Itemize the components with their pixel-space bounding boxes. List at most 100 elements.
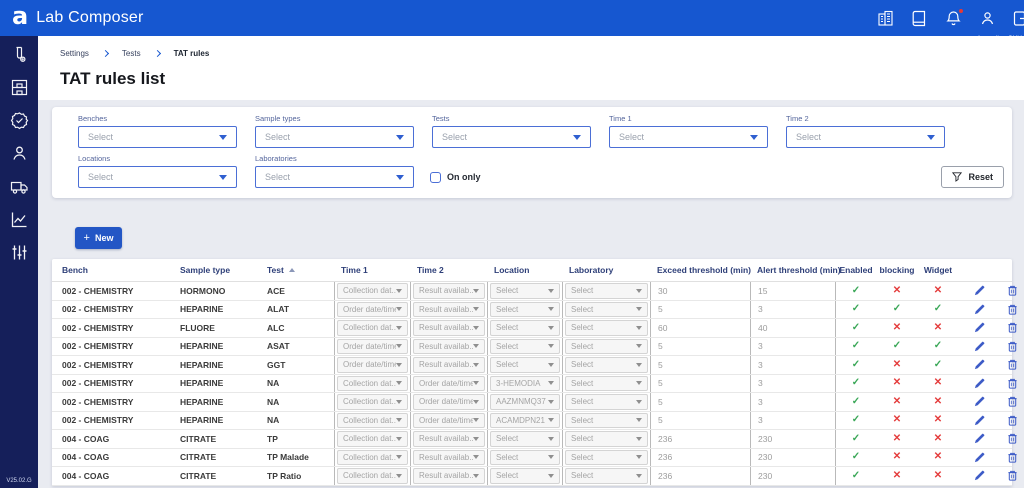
laboratory-select: Select <box>565 375 648 391</box>
delete-trash-icon[interactable] <box>1007 322 1018 333</box>
alert-threshold-cell: 3 <box>750 356 836 374</box>
laboratory-select: Select <box>565 394 648 410</box>
chevron-down-icon <box>636 288 642 293</box>
filter-field: Tests Select <box>432 114 591 148</box>
catalog-icon[interactable] <box>911 10 928 27</box>
location-value: Select <box>496 323 519 333</box>
table-row: 002 - CHEMISTRY HEPARINE ALAT Order date… <box>52 300 1017 319</box>
test-cell: NA <box>267 378 280 389</box>
time1-select: Order date/time <box>337 338 408 354</box>
location-value: Select <box>496 360 519 370</box>
filter-select[interactable]: Select <box>786 126 945 148</box>
breadcrumb-settings[interactable]: Settings <box>60 49 89 58</box>
delete-trash-icon[interactable] <box>1007 396 1018 407</box>
delete-trash-icon[interactable] <box>1007 359 1018 370</box>
filter-label: Tests <box>432 114 450 123</box>
edit-pencil-icon[interactable] <box>974 304 985 315</box>
edit-pencil-icon[interactable] <box>974 285 985 296</box>
edit-pencil-icon[interactable] <box>974 322 985 333</box>
filter-label: Laboratories <box>255 154 297 163</box>
filter-select[interactable]: Select <box>432 126 591 148</box>
user-icon[interactable] <box>979 10 996 27</box>
sidebar-item-users[interactable] <box>10 144 29 163</box>
filter-select[interactable]: Select <box>78 166 237 188</box>
sidebar-item-logistics[interactable] <box>10 177 29 196</box>
column-header-alert-threshold: Alert threshold (min) <box>757 265 841 275</box>
breadcrumb-tests[interactable]: Tests <box>122 49 141 58</box>
widget-cell: ✕ <box>918 433 958 444</box>
filter-select[interactable]: Select <box>609 126 768 148</box>
delete-trash-icon[interactable] <box>1007 452 1018 463</box>
sidebar-item-lab-tests[interactable] <box>10 45 29 64</box>
chevron-down-icon <box>473 418 479 423</box>
enabled-flag-icon: ✓ <box>851 358 861 370</box>
enabled-flag-icon: ✓ <box>851 395 861 407</box>
delete-trash-icon[interactable] <box>1007 285 1018 296</box>
chevron-down-icon <box>219 134 227 140</box>
sidebar-item-settings-sliders[interactable] <box>10 243 29 262</box>
delete-trash-icon[interactable] <box>1007 378 1018 389</box>
filter-field: Time 2 Select <box>786 114 945 148</box>
edit-pencil-icon[interactable] <box>974 359 985 370</box>
filter-select[interactable]: Select <box>255 126 414 148</box>
edit-pencil-icon[interactable] <box>974 396 985 407</box>
laboratory-select: Select <box>565 431 648 447</box>
filter-label: Time 1 <box>609 114 632 123</box>
logout-icon[interactable] <box>1013 10 1024 27</box>
edit-pencil-icon[interactable] <box>974 433 985 444</box>
page-title: TAT rules list <box>60 69 166 88</box>
sidebar-item-quality-control[interactable] <box>10 111 29 130</box>
new-rule-button[interactable]: + New <box>75 227 122 249</box>
column-header-test[interactable]: Test <box>257 265 334 275</box>
time1-select: Collection dat... <box>337 320 408 336</box>
blocking-flag-icon: ✕ <box>892 395 902 407</box>
enabled-cell: ✓ <box>836 358 876 370</box>
on-only-checkbox[interactable] <box>430 171 441 183</box>
filter-select-value: Select <box>442 132 468 142</box>
widget-flag-icon: ✕ <box>933 414 943 426</box>
chevron-down-icon <box>636 362 642 367</box>
time2-cell: Order date/time <box>410 393 487 411</box>
delete-trash-icon[interactable] <box>1007 341 1018 352</box>
filter-select[interactable]: Select <box>255 166 414 188</box>
delete-trash-icon[interactable] <box>1007 415 1018 426</box>
edit-pencil-icon[interactable] <box>974 341 985 352</box>
edit-pencil-icon[interactable] <box>974 452 985 463</box>
blocking-flag-icon: ✕ <box>892 414 902 426</box>
test-cell: ASAT <box>267 341 290 352</box>
time1-value: Collection dat... <box>343 378 396 388</box>
chevron-down-icon <box>473 399 479 404</box>
enabled-cell: ✓ <box>836 433 876 444</box>
filter-field: Laboratories Select <box>255 154 414 188</box>
time2-value: Result availab... <box>419 304 473 314</box>
laboratory-value: Select <box>571 434 594 444</box>
alert-threshold-cell: 3 <box>750 393 836 411</box>
edit-pencil-icon[interactable] <box>974 415 985 426</box>
organization-icon[interactable] <box>877 10 894 27</box>
widget-cell: ✕ <box>918 470 958 481</box>
location-select: Select <box>490 301 560 317</box>
location-cell: Select <box>487 337 562 355</box>
reset-filters-button[interactable]: Reset <box>941 166 1004 188</box>
sidebar-item-statistics[interactable] <box>10 210 29 229</box>
blocking-cell: ✕ <box>876 470 918 481</box>
sidebar-item-storage[interactable] <box>10 78 29 97</box>
edit-pencil-icon[interactable] <box>974 470 985 481</box>
delete-trash-icon[interactable] <box>1007 304 1018 315</box>
delete-trash-icon[interactable] <box>1007 470 1018 481</box>
filters-panel: Benches Select Sample types Select Tests… <box>52 107 1012 198</box>
edit-pencil-icon[interactable] <box>974 378 985 389</box>
filter-select[interactable]: Select <box>78 126 237 148</box>
widget-cell: ✓ <box>918 304 958 314</box>
reset-label: Reset <box>968 172 993 182</box>
time2-select: Result availab... <box>413 468 485 484</box>
widget-flag-icon: ✕ <box>933 284 943 296</box>
time2-value: Order date/time <box>419 415 473 425</box>
chevron-down-icon <box>473 325 479 330</box>
row-actions <box>958 433 1018 444</box>
enabled-flag-icon: ✓ <box>851 377 861 389</box>
delete-trash-icon[interactable] <box>1007 433 1018 444</box>
enabled-flag-icon: ✓ <box>851 469 861 481</box>
time2-value: Order date/time <box>419 378 473 388</box>
notifications-bell-icon[interactable] <box>945 7 964 27</box>
